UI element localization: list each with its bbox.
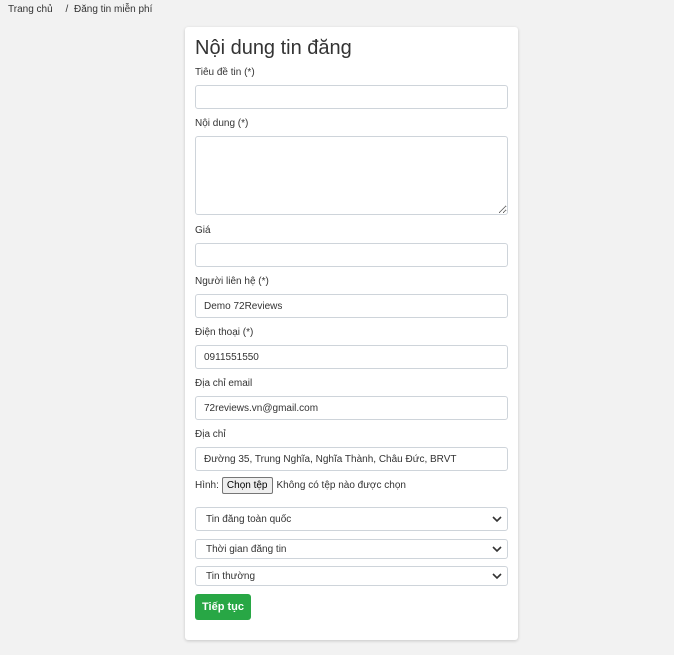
duration-select-value: Thời gian đăng tin <box>206 543 287 555</box>
address-label: Địa chỉ <box>195 429 226 440</box>
address-input[interactable] <box>195 447 508 471</box>
contact-person-input[interactable] <box>195 294 508 318</box>
continue-button[interactable]: Tiếp tục <box>195 594 251 620</box>
title-label: Tiêu đề tin (*) <box>195 67 255 78</box>
choose-file-button[interactable]: Chọn tệp <box>221 477 273 494</box>
breadcrumb-home-link[interactable]: Trang chủ <box>8 4 53 15</box>
breadcrumb-separator: / <box>65 4 69 15</box>
scope-select[interactable]: Tin đăng toàn quốc <box>195 507 508 531</box>
title-input[interactable] <box>195 85 508 109</box>
duration-select[interactable]: Thời gian đăng tin <box>195 539 508 559</box>
content-textarea[interactable] <box>195 136 508 215</box>
chevron-down-icon <box>492 546 502 553</box>
scope-select-value: Tin đăng toàn quốc <box>206 513 292 525</box>
phone-input[interactable] <box>195 345 508 369</box>
image-upload-row: Hình: Chọn tệp Không có tệp nào được chọ… <box>195 477 406 494</box>
post-type-select[interactable]: Tin thường <box>195 566 508 586</box>
post-type-select-value: Tin thường <box>206 570 256 582</box>
file-status-text: Không có tệp nào được chọn <box>276 480 406 491</box>
image-label: Hình: <box>195 480 219 491</box>
breadcrumb: Trang chủ / Đăng tin miễn phí <box>8 4 152 15</box>
price-input[interactable] <box>195 243 508 267</box>
content-label: Nội dung (*) <box>195 118 249 129</box>
chevron-down-icon <box>492 516 502 523</box>
email-input[interactable] <box>195 396 508 420</box>
contact-person-label: Người liên hệ (*) <box>195 276 269 287</box>
post-form-card: Nội dung tin đăng Tiêu đề tin (*) Nội du… <box>185 27 518 640</box>
chevron-down-icon <box>492 573 502 580</box>
form-title: Nội dung tin đăng <box>195 37 352 59</box>
phone-label: Điện thoại (*) <box>195 327 254 338</box>
price-label: Giá <box>195 225 211 236</box>
email-label: Địa chỉ email <box>195 378 253 389</box>
breadcrumb-current: Đăng tin miễn phí <box>74 4 153 15</box>
